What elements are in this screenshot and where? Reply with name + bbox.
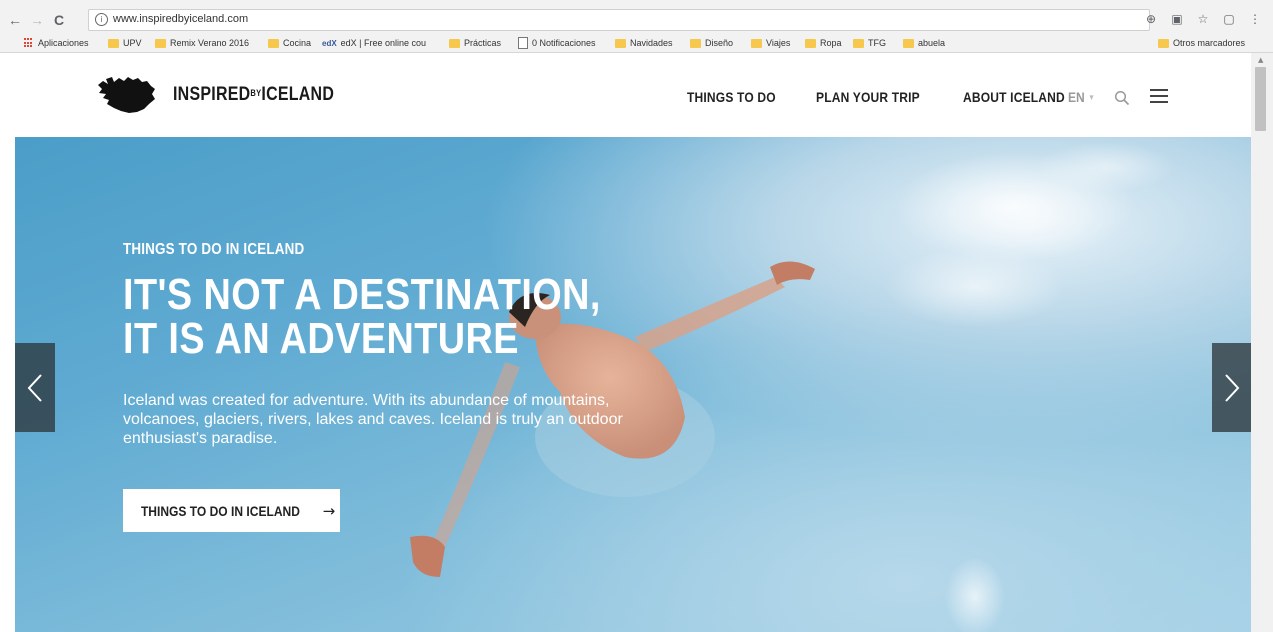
nav-about-iceland[interactable]: ABOUT ICELAND [963, 89, 1065, 105]
folder-icon [903, 38, 914, 48]
brand-pre: INSPIRED [173, 84, 251, 105]
things-to-do-button[interactable]: THINGS TO DO IN ICELAND → [123, 489, 340, 532]
chevron-left-icon [27, 373, 42, 402]
address-bar[interactable]: i www.inspiredbyiceland.com [88, 9, 1150, 31]
bookmark-label: Remix Verano 2016 [170, 38, 250, 48]
next-slide-button[interactable] [1212, 343, 1251, 432]
folder-icon [108, 38, 119, 48]
chevron-right-icon [1225, 373, 1240, 402]
url-text[interactable]: www.inspiredbyiceland.com [113, 13, 248, 25]
reload-icon[interactable]: C [50, 11, 68, 29]
info-icon[interactable]: i [95, 13, 108, 26]
hero-slider: THINGS TO DO IN ICELAND IT'S NOT A DESTI… [15, 137, 1251, 632]
bookmarks-bar: Aplicaciones UPV Remix Verano 2016 Cocin… [0, 34, 1273, 52]
bookmark-remix[interactable]: Remix Verano 2016 [155, 36, 249, 50]
bookmark-other[interactable]: Otros marcadores [1158, 36, 1245, 50]
bookmark-tfg[interactable]: TFG [853, 36, 886, 50]
zoom-icon[interactable]: ⊕ [1143, 11, 1159, 27]
language-code: EN [1068, 89, 1085, 105]
bookmark-label: Cocina [283, 38, 312, 48]
more-icon[interactable]: ⋮ [1247, 11, 1263, 27]
nav-plan-your-trip[interactable]: PLAN YOUR TRIP [816, 89, 920, 105]
bookmark-notificaciones[interactable]: 0 Notificaciones [518, 36, 596, 50]
translate-icon[interactable]: ▣ [1169, 11, 1185, 27]
web-page: INSPIREDBYICELAND THINGS TO DO PLAN YOUR… [0, 53, 1273, 632]
nav-things-to-do[interactable]: THINGS TO DO [687, 89, 776, 105]
bookmark-label: Diseño [705, 38, 734, 48]
forward-icon[interactable]: → [28, 11, 46, 29]
address-row: ← → C i www.inspiredbyiceland.com ⊕ ▣ ☆ … [0, 8, 1273, 32]
brand-post: ICELAND [261, 84, 335, 105]
back-icon[interactable]: ← [6, 11, 24, 29]
apps-grid-icon [24, 38, 34, 48]
bookmark-practicas[interactable]: Prácticas [449, 36, 501, 50]
hero-title: IT'S NOT A DESTINATION, IT IS AN ADVENTU… [123, 270, 601, 363]
folder-icon [751, 38, 762, 48]
bookmark-label: Viajes [766, 38, 791, 48]
search-icon[interactable] [1114, 90, 1130, 106]
bookmark-abuela[interactable]: abuela [903, 36, 945, 50]
extension-icon[interactable]: ▢ [1221, 11, 1237, 27]
site-header: INSPIREDBYICELAND THINGS TO DO PLAN YOUR… [0, 53, 1250, 137]
bookmark-diseno[interactable]: Diseño [690, 36, 733, 50]
folder-icon [615, 38, 626, 48]
star-icon[interactable]: ☆ [1195, 11, 1211, 27]
main-nav: THINGS TO DO PLAN YOUR TRIP ABOUT ICELAN… [687, 89, 1082, 105]
previous-slide-button[interactable] [15, 343, 55, 432]
bookmark-label: edX | Free online cou [340, 38, 427, 48]
cta-label: THINGS TO DO IN ICELAND [140, 502, 300, 519]
folder-icon [268, 38, 279, 48]
scroll-up-icon[interactable]: ▲ [1258, 56, 1263, 64]
bookmark-label: Ropa [820, 38, 842, 48]
bookmark-label: Otros marcadores [1173, 38, 1246, 48]
folder-icon [155, 38, 166, 48]
bookmark-cocina[interactable]: Cocina [268, 36, 311, 50]
brand-by: BY [250, 88, 262, 98]
hero-eyebrow: THINGS TO DO IN ICELAND [123, 241, 305, 258]
arrow-right-icon: → [322, 501, 336, 520]
bookmark-label: abuela [918, 38, 946, 48]
bookmark-label: 0 Notificaciones [532, 38, 596, 48]
page-icon [518, 37, 528, 49]
bookmark-edx[interactable]: edX edX | Free online cou [322, 36, 426, 50]
scroll-thumb[interactable] [1255, 67, 1266, 131]
site-logo-text[interactable]: INSPIREDBYICELAND [173, 84, 334, 106]
chevron-down-icon: ▼ [1088, 93, 1095, 102]
folder-icon [690, 38, 701, 48]
folder-icon [1158, 38, 1169, 48]
bookmark-label: UPV [123, 38, 142, 48]
bookmark-upv[interactable]: UPV [108, 36, 142, 50]
page-scrollbar[interactable]: ▲ [1251, 53, 1273, 632]
hero-image-swimmer [410, 142, 1175, 632]
edx-icon: edX [322, 38, 337, 48]
bookmark-label: Prácticas [464, 38, 502, 48]
bookmark-apps[interactable]: Aplicaciones [24, 36, 89, 50]
browser-chrome: ← → C i www.inspiredbyiceland.com ⊕ ▣ ☆ … [0, 0, 1273, 53]
folder-icon [805, 38, 816, 48]
bookmark-label: TFG [868, 38, 886, 48]
iceland-map-icon[interactable] [94, 75, 156, 115]
bookmark-ropa[interactable]: Ropa [805, 36, 842, 50]
bookmark-navidades[interactable]: Navidades [615, 36, 673, 50]
bookmark-viajes[interactable]: Viajes [751, 36, 790, 50]
bookmark-label: Navidades [630, 38, 673, 48]
folder-icon [853, 38, 864, 48]
hero-description: Iceland was created for adventure. With … [123, 392, 623, 447]
hamburger-menu-icon[interactable] [1150, 89, 1168, 104]
folder-icon [449, 38, 460, 48]
browser-toolbar-icons: ⊕ ▣ ☆ ▢ ⋮ [1143, 11, 1263, 29]
bookmark-label: Aplicaciones [38, 38, 89, 48]
language-selector[interactable]: EN ▼ [1068, 89, 1095, 105]
